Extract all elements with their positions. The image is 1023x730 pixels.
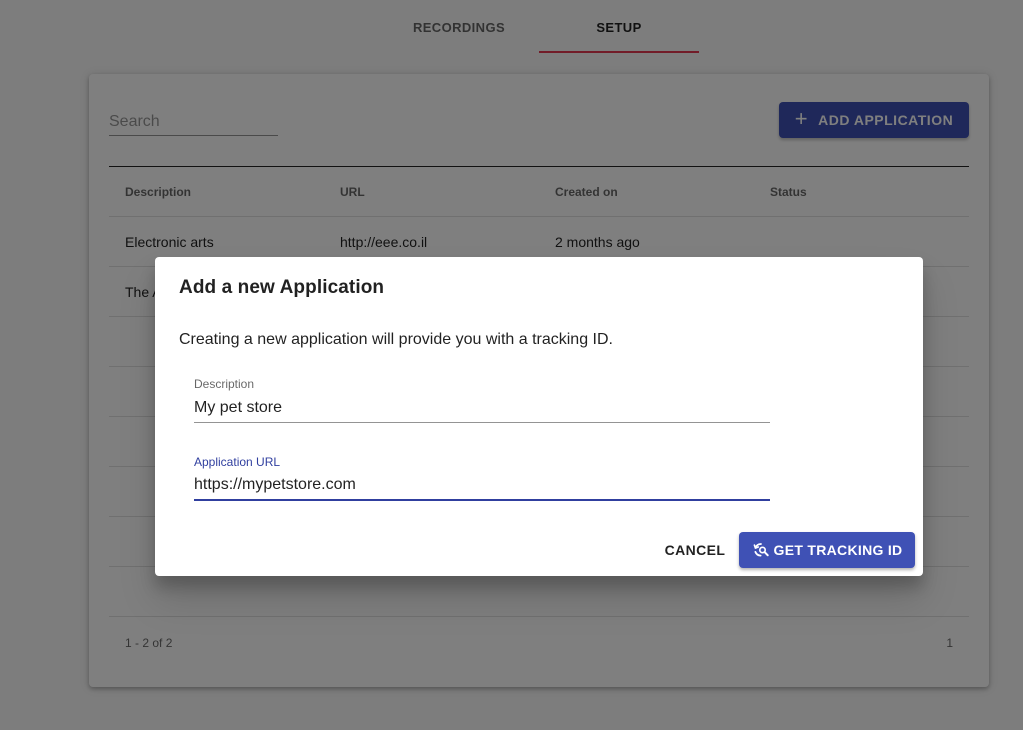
dialog-title: Add a new Application (179, 277, 385, 298)
add-application-dialog: Add a new Application Creating a new app… (155, 257, 923, 576)
description-input[interactable] (194, 393, 770, 423)
description-label: Description (194, 377, 255, 391)
refresh-search-icon (753, 543, 769, 557)
description-field: Description (194, 375, 770, 423)
get-tracking-id-label: GET TRACKING ID (773, 542, 903, 558)
cancel-button[interactable]: CANCEL (658, 532, 732, 568)
get-tracking-id-button[interactable]: GET TRACKING ID (739, 532, 915, 568)
application-url-field: Application URL (194, 453, 770, 501)
dialog-description-text: Creating a new application will provide … (179, 331, 613, 348)
application-url-label: Application URL (194, 455, 281, 469)
application-url-input[interactable] (194, 471, 770, 501)
